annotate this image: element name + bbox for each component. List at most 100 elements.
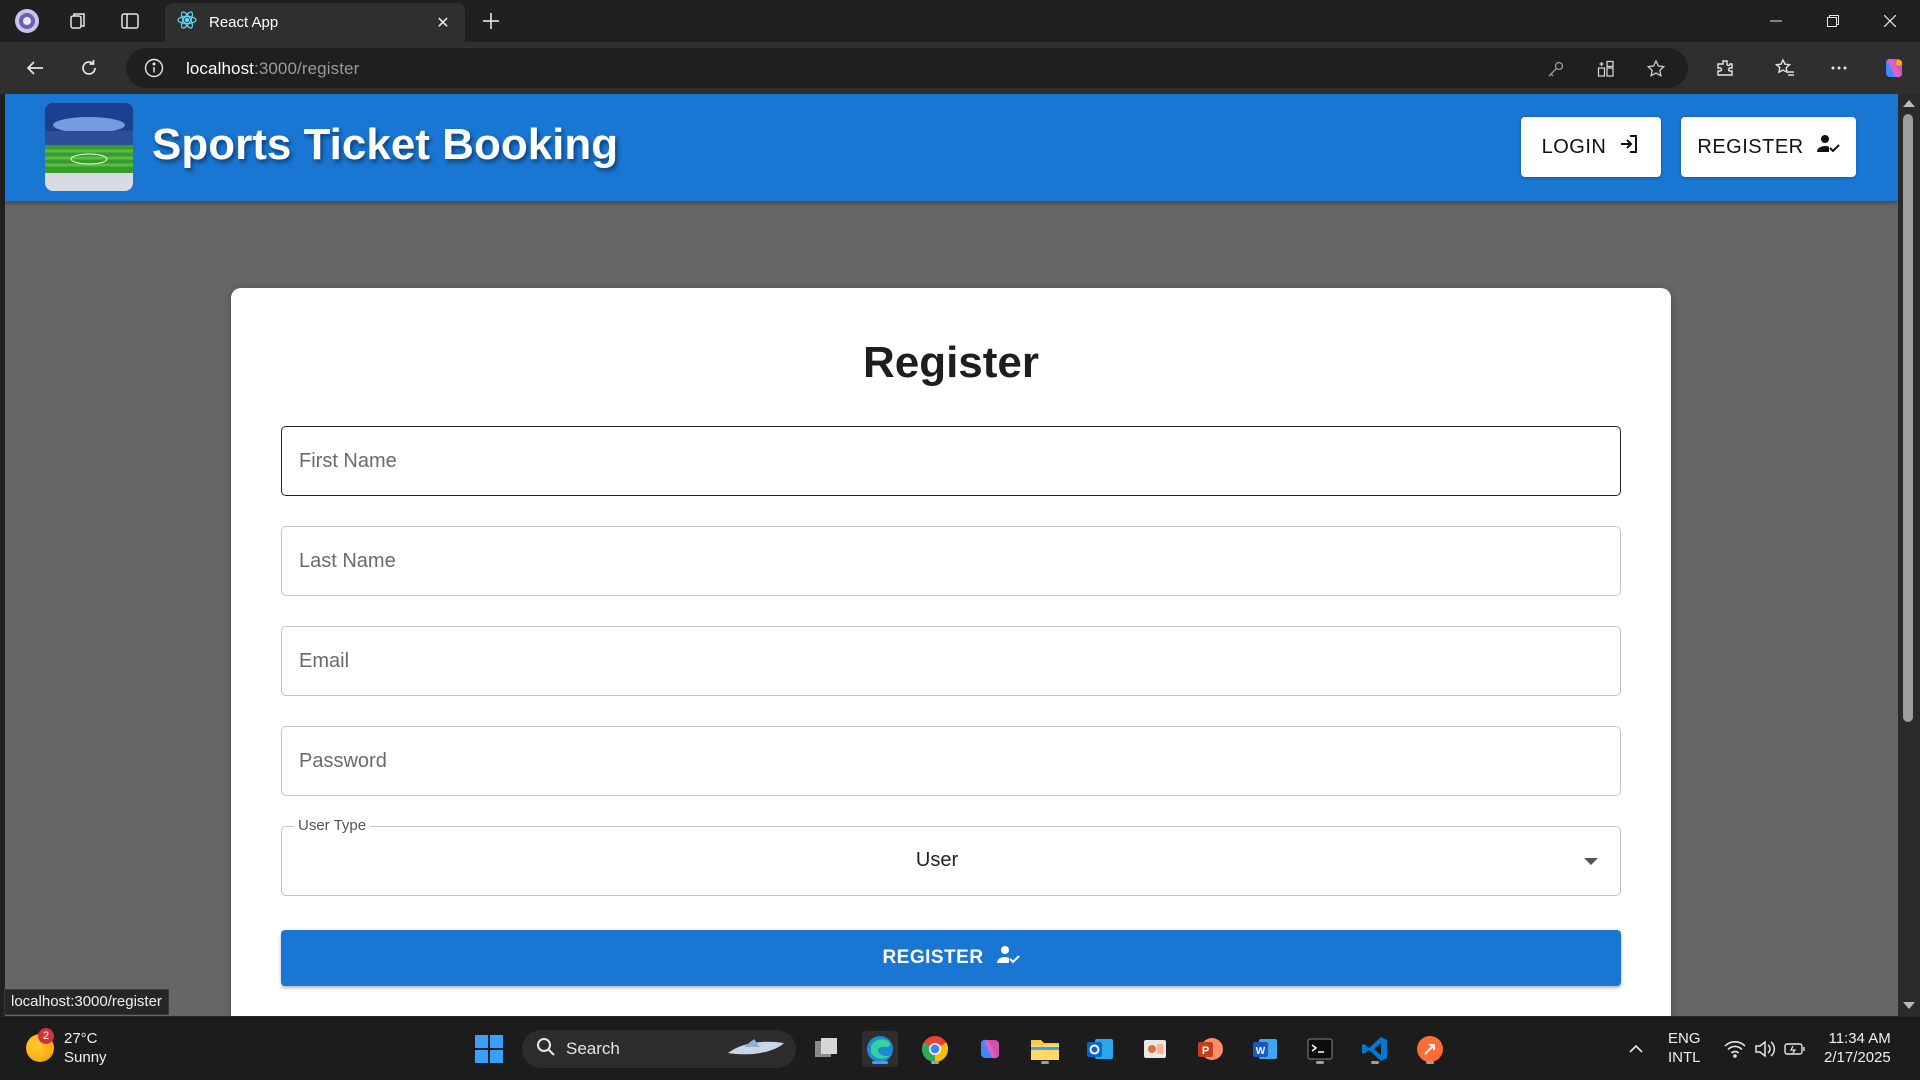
user-type-value: User	[915, 849, 959, 871]
postman-running-indicator	[1426, 1061, 1434, 1064]
copilot-app-icon[interactable]	[972, 1031, 1008, 1067]
weather-temp: 27°C	[64, 1030, 98, 1047]
url-text[interactable]: localhost:3000/register	[186, 59, 359, 79]
page-viewport: Sports Ticket Booking LOGIN REGISTER Reg…	[5, 94, 1898, 1016]
last-name-input[interactable]	[282, 527, 1620, 595]
weather-badge: 2	[38, 1028, 54, 1044]
react-logo-icon	[177, 10, 197, 35]
header-register-label: REGISTER	[1697, 135, 1804, 158]
header-register-button[interactable]: REGISTER	[1681, 117, 1856, 177]
scroll-up-icon[interactable]	[1903, 100, 1915, 107]
browser-titlebar: React App ✕	[0, 0, 1920, 42]
app-available-icon[interactable]	[1594, 57, 1618, 81]
first-name-input[interactable]	[282, 427, 1620, 495]
back-icon[interactable]	[20, 53, 50, 83]
start-windows-icon[interactable]	[471, 1031, 507, 1067]
volume-icon[interactable]	[1750, 1031, 1780, 1067]
password-input[interactable]	[282, 727, 1620, 795]
terminal-icon[interactable]	[1302, 1031, 1338, 1067]
powerpoint-icon[interactable]: P	[1192, 1031, 1228, 1067]
weather-widget[interactable]: 2 27°C Sunny	[26, 1028, 107, 1067]
clock-time: 11:34 AM	[1828, 1030, 1891, 1047]
site-info-icon[interactable]	[144, 58, 164, 78]
register-submit-label: REGISTER	[882, 947, 984, 968]
svg-text:W: W	[1256, 1046, 1266, 1057]
battery-icon[interactable]	[1780, 1031, 1810, 1067]
vscode-icon[interactable]	[1357, 1031, 1393, 1067]
language-top: ENG	[1668, 1030, 1701, 1047]
restore-icon[interactable]	[1805, 0, 1861, 42]
search-label: Search	[566, 1039, 620, 1058]
user-type-label: User Type	[294, 817, 371, 834]
password-key-icon[interactable]	[1544, 57, 1568, 81]
browser-toolbar: localhost:3000/register	[0, 42, 1920, 94]
stadium-logo	[45, 103, 133, 191]
photos-app-icon[interactable]	[1137, 1031, 1173, 1067]
dropdown-arrow-icon[interactable]	[1584, 858, 1598, 865]
register-submit-button[interactable]: REGISTER	[281, 930, 1621, 986]
favorite-star-icon[interactable]	[1644, 57, 1668, 81]
status-link-preview: localhost:3000/register	[4, 989, 169, 1015]
first-name-field[interactable]	[281, 426, 1621, 496]
clock-date: 2/17/2025	[1824, 1049, 1891, 1066]
more-menu-icon[interactable]	[1824, 53, 1854, 83]
favorites-icon[interactable]	[1770, 53, 1800, 83]
sun-icon: 2	[26, 1028, 54, 1062]
vertical-tabs-icon[interactable]	[115, 6, 145, 36]
email-input[interactable]	[282, 627, 1620, 695]
clock[interactable]: 11:34 AM 2/17/2025	[1824, 1029, 1891, 1067]
tab-close-icon[interactable]: ✕	[433, 13, 453, 33]
chrome-icon[interactable]	[917, 1031, 953, 1067]
password-field[interactable]	[281, 726, 1621, 796]
extensions-icon[interactable]	[1710, 53, 1740, 83]
taskbar-search[interactable]: Search	[522, 1030, 796, 1068]
profile-avatar-icon[interactable]	[12, 6, 42, 36]
postman-icon[interactable]	[1412, 1031, 1448, 1067]
word-icon[interactable]: W	[1247, 1031, 1283, 1067]
weather-desc: Sunny	[64, 1049, 107, 1066]
file-explorer-icon[interactable]	[1027, 1031, 1063, 1067]
tab-title: React App	[209, 14, 279, 31]
register-card: Register User Type User REGISTER	[231, 288, 1671, 1016]
address-bar[interactable]: localhost:3000/register	[126, 48, 1688, 88]
url-path: :3000/register	[254, 59, 360, 78]
windows-taskbar: 2 27°C Sunny Search P W ENG INTL 11:34 A…	[0, 1016, 1920, 1080]
explorer-running-indicator	[1041, 1061, 1049, 1064]
person-check-icon	[996, 944, 1020, 972]
email-field[interactable]	[281, 626, 1621, 696]
language-bottom: INTL	[1668, 1049, 1701, 1066]
user-type-select[interactable]: User Type User	[281, 817, 1621, 896]
language-indicator[interactable]: ENG INTL	[1668, 1029, 1701, 1067]
task-view-icon[interactable]	[808, 1031, 844, 1067]
register-title: Register	[862, 338, 1040, 387]
show-hidden-icons-icon[interactable]	[1622, 1031, 1650, 1067]
chrome-running-indicator	[931, 1061, 939, 1064]
search-highlight-icon	[724, 1033, 788, 1066]
app-brand-title: Sports Ticket Booking	[152, 120, 619, 169]
url-host: localhost	[186, 59, 254, 78]
scroll-down-icon[interactable]	[1903, 1002, 1915, 1009]
new-tab-icon[interactable]	[476, 6, 506, 36]
scrollbar-thumb[interactable]	[1903, 114, 1913, 722]
minimize-icon[interactable]	[1748, 0, 1804, 42]
last-name-field[interactable]	[281, 526, 1621, 596]
refresh-icon[interactable]	[74, 53, 104, 83]
workspaces-icon[interactable]	[63, 6, 93, 36]
search-icon	[536, 1037, 556, 1062]
page-scrollbar[interactable]	[1898, 94, 1920, 1016]
person-check-icon	[1816, 133, 1840, 161]
login-button-label: LOGIN	[1541, 135, 1607, 158]
close-window-icon[interactable]	[1862, 0, 1918, 42]
svg-text:P: P	[1202, 1045, 1209, 1057]
app-header: Sports Ticket Booking LOGIN REGISTER	[5, 94, 1898, 201]
browser-tab[interactable]: React App ✕	[165, 3, 465, 42]
terminal-running-indicator	[1316, 1061, 1324, 1064]
copilot-icon[interactable]	[1879, 53, 1909, 83]
outlook-icon[interactable]	[1082, 1031, 1118, 1067]
wifi-icon[interactable]	[1720, 1031, 1750, 1067]
edge-active-indicator	[872, 1061, 888, 1064]
login-icon	[1618, 133, 1640, 161]
login-button[interactable]: LOGIN	[1521, 117, 1661, 177]
vscode-running-indicator	[1371, 1061, 1379, 1064]
edge-taskbar-icon[interactable]	[862, 1031, 898, 1067]
